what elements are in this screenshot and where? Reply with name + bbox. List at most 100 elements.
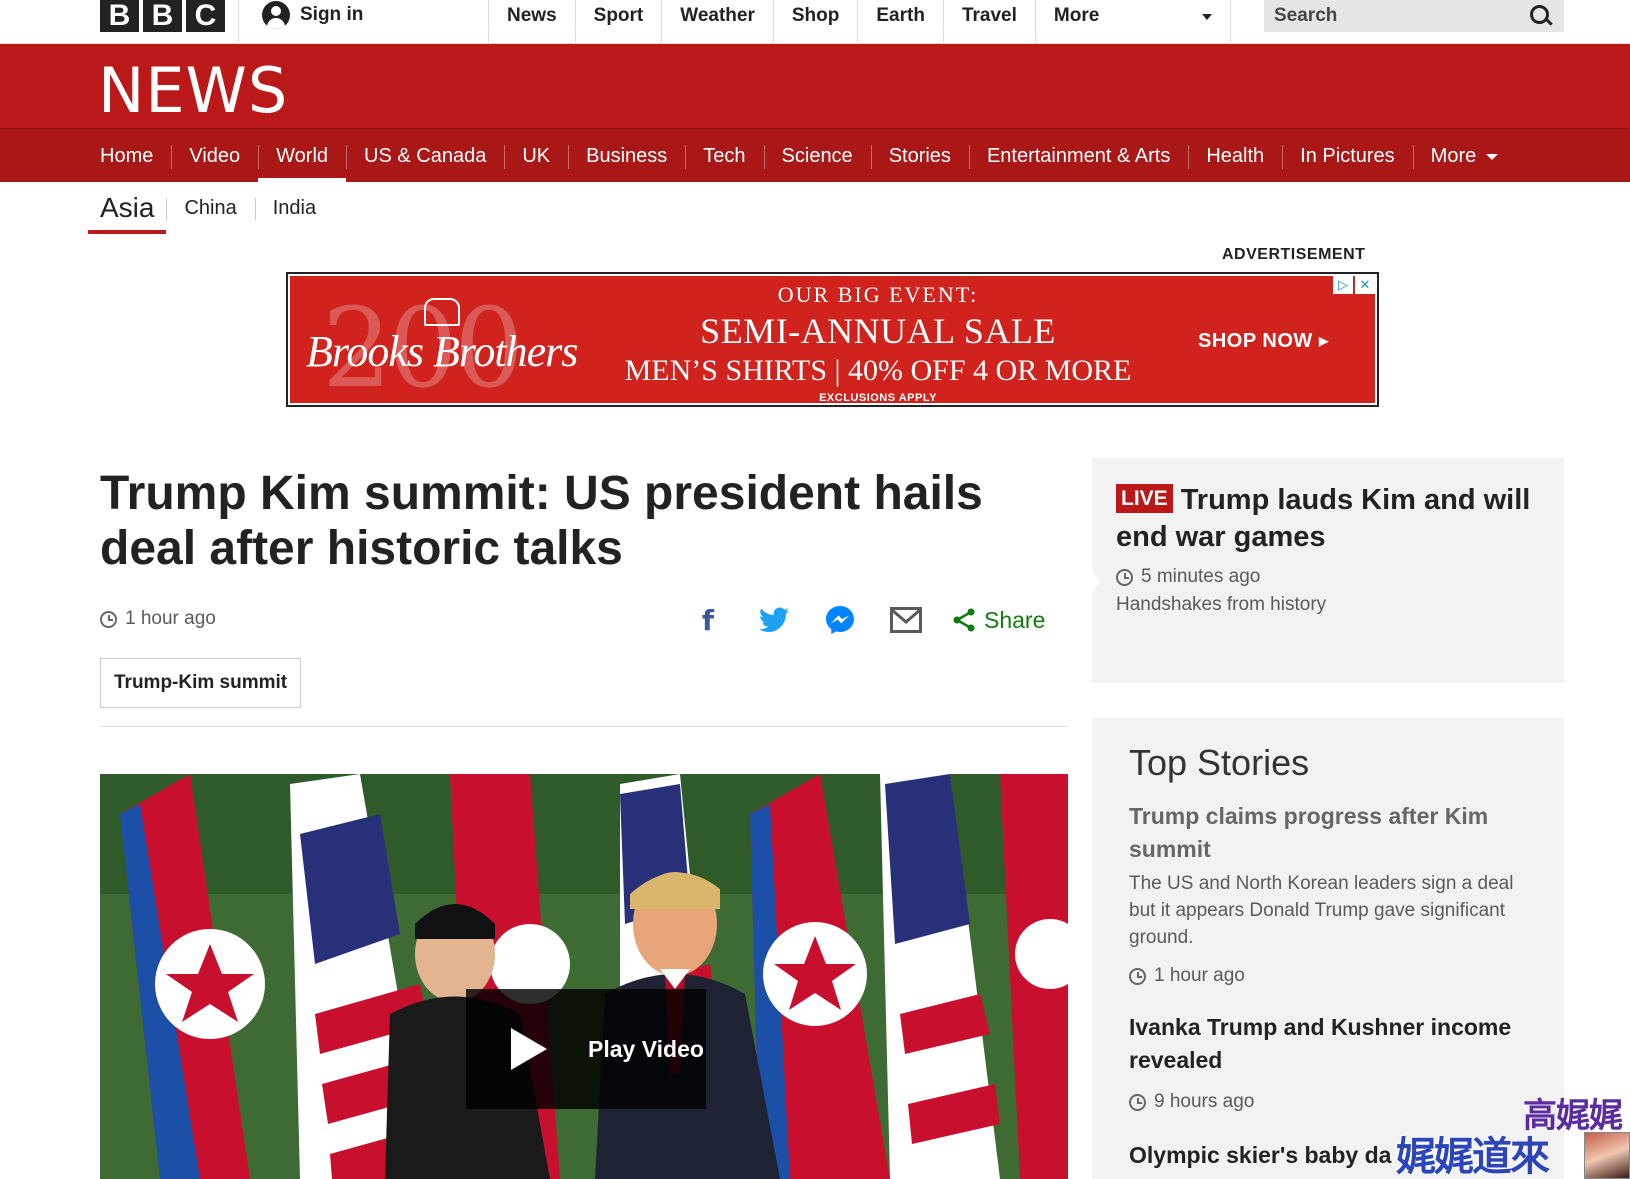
live-promo-card[interactable]: LIVE Trump lauds Kim and will end war gam… <box>1091 458 1564 683</box>
article-headline: Trump Kim summit: US president hails dea… <box>100 467 983 575</box>
nav-entertainment-arts[interactable]: Entertainment & Arts <box>968 129 1188 183</box>
live-timestamp: 5 minutes ago <box>1116 566 1260 588</box>
advertisement-banner[interactable]: 200 Brooks Brothers OUR BIG EVENT: SEMI-… <box>286 272 1379 407</box>
nav-stories[interactable]: Stories <box>870 129 969 183</box>
user-icon <box>262 1 290 29</box>
nav-world[interactable]: World <box>258 129 346 183</box>
facebook-share-button[interactable]: f <box>688 602 728 638</box>
ad-headline: SEMI-ANNUAL SALE <box>700 311 1056 351</box>
subnav-china[interactable]: China <box>166 182 254 234</box>
global-nav-weather[interactable]: Weather <box>661 0 773 44</box>
share-icon <box>953 608 975 632</box>
email-share-button[interactable] <box>886 602 926 638</box>
top-story-headline[interactable]: Ivanka Trump and Kushner income revealed <box>1129 1011 1539 1077</box>
bbc-logo-letter: B <box>143 0 182 32</box>
top-story-timestamp: 1 hour ago <box>1129 965 1539 987</box>
clock-icon <box>1129 967 1146 985</box>
subnav-asia[interactable]: Asia <box>88 182 167 234</box>
nav-uk[interactable]: UK <box>504 129 568 183</box>
share-button[interactable]: Share <box>952 607 1045 634</box>
top-story-headline[interactable]: Trump claims progress after Kim summit <box>1129 800 1539 866</box>
bbc-logo-letter: B <box>100 0 139 32</box>
live-headline-block[interactable]: LIVE Trump lauds Kim and will end war gam… <box>1116 482 1546 556</box>
ad-eyebrow: OUR BIG EVENT: <box>777 282 979 307</box>
global-nav: News Sport Weather Shop Earth Travel Mor… <box>488 0 1231 44</box>
play-video-button[interactable]: Play Video <box>466 989 706 1109</box>
messenger-share-button[interactable] <box>820 602 860 638</box>
divider <box>100 726 1068 727</box>
live-badge: LIVE <box>1116 484 1173 513</box>
search-icon[interactable] <box>1530 5 1552 27</box>
watermark-text-bottom: 娓娓道來 <box>1396 1135 1550 1179</box>
bbc-logo[interactable]: B B C <box>100 0 225 32</box>
ad-fine-print: EXCLUSIONS APPLY <box>819 392 937 404</box>
world-subnav: Asia China India <box>88 182 334 234</box>
subnav-india[interactable]: India <box>254 182 334 234</box>
email-icon <box>890 607 922 633</box>
nav-science[interactable]: Science <box>763 129 871 183</box>
divider <box>238 0 239 44</box>
global-nav-news[interactable]: News <box>488 0 575 44</box>
nav-us-canada[interactable]: US & Canada <box>346 129 504 183</box>
ad-shop-now-link[interactable]: SHOP NOW ▸ <box>1198 328 1329 353</box>
nav-more[interactable]: More <box>1412 129 1517 183</box>
twitter-share-button[interactable] <box>754 602 794 638</box>
bbc-logo-letter: C <box>186 0 225 32</box>
play-icon <box>466 989 586 1109</box>
live-time: 5 minutes ago <box>1141 566 1261 587</box>
news-logo[interactable]: NEWS <box>98 54 288 127</box>
global-nav-shop[interactable]: Shop <box>772 0 858 44</box>
clock-icon <box>1116 568 1133 586</box>
global-nav-sport[interactable]: Sport <box>574 0 662 44</box>
search-placeholder: Search <box>1274 5 1338 26</box>
search-input[interactable]: Search <box>1264 0 1564 32</box>
clock-icon <box>1129 1093 1146 1111</box>
close-icon[interactable]: ✕ <box>1355 276 1375 294</box>
crest-icon <box>424 298 460 326</box>
ad-copy: OUR BIG EVENT: SEMI-ANNUAL SALE MEN’S SH… <box>618 282 1138 404</box>
nav-home[interactable]: Home <box>82 129 171 183</box>
nav-tech[interactable]: Tech <box>685 129 763 183</box>
live-headline: Trump lauds Kim and will end war games <box>1116 484 1531 553</box>
top-story-time: 9 hours ago <box>1154 1091 1255 1112</box>
ad-brand-logo: Brooks Brothers <box>306 327 578 376</box>
ad-subline: MEN’S SHIRTS | 40% OFF 4 OR MORE <box>624 354 1132 387</box>
ad-choices: ▷ ✕ <box>1333 276 1375 294</box>
sign-in-link[interactable]: Sign in <box>262 0 363 30</box>
video-player[interactable]: Play Video <box>100 774 1068 1179</box>
nav-more-label: More <box>1430 144 1477 167</box>
top-stories-title: Top Stories <box>1129 742 1310 783</box>
global-nav-more[interactable]: More <box>1034 0 1231 44</box>
global-nav-travel[interactable]: Travel <box>942 0 1035 44</box>
adchoices-icon[interactable]: ▷ <box>1333 276 1353 294</box>
live-summary: Handshakes from history <box>1116 594 1327 615</box>
facebook-icon: f <box>701 603 715 637</box>
global-nav-more-label: More <box>1053 5 1100 26</box>
share-label: Share <box>984 606 1046 633</box>
nav-health[interactable]: Health <box>1188 129 1282 183</box>
nav-business[interactable]: Business <box>568 129 685 183</box>
top-story-summary: The US and North Korean leaders sign a d… <box>1129 873 1514 948</box>
watermark: 高娓娓 娓娓道來 <box>1396 1088 1630 1179</box>
top-story-item[interactable]: Trump claims progress after Kim summit T… <box>1129 800 1539 987</box>
nav-video[interactable]: Video <box>171 129 258 183</box>
chevron-down-icon <box>1486 154 1499 160</box>
global-nav-earth[interactable]: Earth <box>857 0 943 44</box>
top-story-time: 1 hour ago <box>1154 965 1245 986</box>
chevron-down-icon <box>1201 14 1212 20</box>
messenger-icon <box>826 606 854 634</box>
article-time: 1 hour ago <box>125 608 216 629</box>
news-section-nav: Home Video World US & Canada UK Business… <box>0 128 1630 183</box>
sign-in-label: Sign in <box>300 4 364 25</box>
article-timestamp: 1 hour ago <box>100 608 216 630</box>
bbc-global-bar: B B C Sign in News Sport Weather Shop Ea… <box>0 0 1630 44</box>
topic-tag[interactable]: Trump-Kim summit <box>100 658 302 708</box>
summit-photo <box>100 774 1068 1179</box>
share-tools: f Share <box>688 602 1045 638</box>
clock-icon <box>100 610 117 628</box>
watermark-portrait <box>1584 1132 1630 1179</box>
advertisement-label: ADVERTISEMENT <box>1222 246 1366 263</box>
twitter-icon <box>759 607 789 632</box>
play-video-label: Play Video <box>588 1035 704 1062</box>
nav-in-pictures[interactable]: In Pictures <box>1282 129 1412 183</box>
